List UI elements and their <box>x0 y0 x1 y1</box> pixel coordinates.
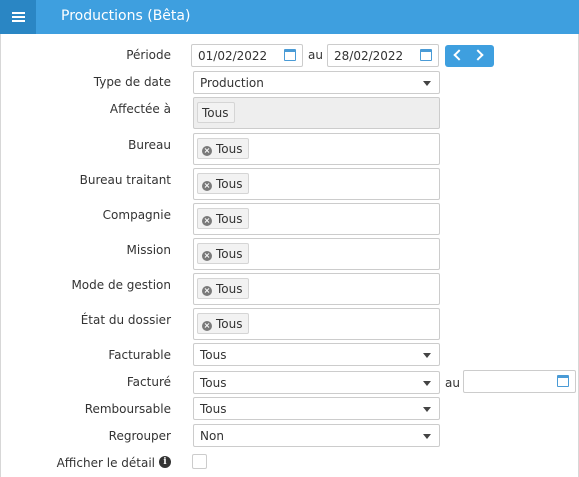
bureau-label: Bureau <box>128 138 171 152</box>
etat-dossier-multiselect[interactable]: × Tous <box>193 308 440 340</box>
mode-gestion-tag: × Tous <box>197 278 249 299</box>
mission-tag: × Tous <box>197 243 249 264</box>
affectee-multiselect: Tous <box>193 97 440 129</box>
type-date-select[interactable]: Production <box>193 71 440 94</box>
remove-tag-icon[interactable]: × <box>202 181 212 191</box>
bureau-traitant-tag: × Tous <box>197 173 249 194</box>
remboursable-select[interactable]: Tous <box>193 397 440 420</box>
app-header: Productions (Bêta) <box>0 0 579 34</box>
mission-tag-label: Tous <box>216 247 243 261</box>
hamburger-menu-icon[interactable] <box>0 0 36 34</box>
afficher-detail-label: Afficher le détail <box>56 456 155 470</box>
remboursable-value: Tous <box>200 402 227 416</box>
caret-down-icon <box>423 81 431 86</box>
remove-tag-icon[interactable]: × <box>202 286 212 296</box>
facture-value: Tous <box>200 376 227 390</box>
affectee-tag: Tous <box>197 102 235 123</box>
bureau-traitant-label: Bureau traitant <box>79 173 171 187</box>
type-date-value: Production <box>200 76 264 90</box>
compagnie-tag-label: Tous <box>216 212 243 226</box>
periode-label: Période <box>126 48 171 62</box>
mode-gestion-tag-label: Tous <box>216 282 243 296</box>
bureau-multiselect[interactable]: × Tous <box>193 133 440 165</box>
facturable-label: Facturable <box>108 348 171 362</box>
remboursable-label: Remboursable <box>84 402 171 416</box>
mission-multiselect[interactable]: × Tous <box>193 238 440 270</box>
info-icon[interactable]: i <box>159 456 171 468</box>
facture-date-input[interactable] <box>463 370 576 393</box>
remove-tag-icon[interactable]: × <box>202 216 212 226</box>
affectee-label: Affectée à <box>109 102 171 116</box>
facture-select[interactable]: Tous <box>193 371 440 394</box>
affectee-tag-label: Tous <box>202 106 229 120</box>
compagnie-tag: × Tous <box>197 208 249 229</box>
calendar-icon[interactable] <box>420 49 432 61</box>
caret-down-icon <box>423 434 431 439</box>
periode-to-value: 28/02/2022 <box>334 49 404 63</box>
calendar-icon[interactable] <box>557 375 569 387</box>
compagnie-label: Compagnie <box>102 208 171 222</box>
page-title: Productions (Bêta) <box>61 8 191 24</box>
facture-label: Facturé <box>126 375 171 389</box>
remove-tag-icon[interactable]: × <box>202 146 212 156</box>
bureau-traitant-multiselect[interactable]: × Tous <box>193 168 440 200</box>
facturable-select[interactable]: Tous <box>193 343 440 366</box>
facturable-value: Tous <box>200 348 227 362</box>
etat-dossier-tag: × Tous <box>197 313 249 334</box>
periode-to-input[interactable]: 28/02/2022 <box>327 44 439 67</box>
bureau-traitant-tag-label: Tous <box>216 177 243 191</box>
regrouper-label: Regrouper <box>108 429 171 443</box>
mode-gestion-multiselect[interactable]: × Tous <box>193 273 440 305</box>
bureau-tag: × Tous <box>197 138 249 159</box>
calendar-icon[interactable] <box>284 49 296 61</box>
regrouper-select[interactable]: Non <box>193 424 440 447</box>
caret-down-icon <box>423 353 431 358</box>
caret-down-icon <box>423 407 431 412</box>
chevron-right-icon[interactable] <box>472 49 484 61</box>
remove-tag-icon[interactable]: × <box>202 251 212 261</box>
chevron-left-icon[interactable] <box>453 49 465 61</box>
bureau-tag-label: Tous <box>216 142 243 156</box>
type-date-label: Type de date <box>93 75 171 89</box>
etat-dossier-tag-label: Tous <box>216 317 243 331</box>
compagnie-multiselect[interactable]: × Tous <box>193 203 440 235</box>
periode-from-value: 01/02/2022 <box>198 49 268 63</box>
regrouper-value: Non <box>200 429 224 443</box>
period-nav-buttons[interactable] <box>445 45 494 67</box>
caret-down-icon <box>423 381 431 386</box>
remove-tag-icon[interactable]: × <box>202 321 212 331</box>
afficher-detail-checkbox[interactable] <box>192 454 207 469</box>
mission-label: Mission <box>126 243 171 257</box>
mode-gestion-label: Mode de gestion <box>71 278 171 292</box>
periode-from-input[interactable]: 01/02/2022 <box>191 44 303 67</box>
etat-dossier-label: État du dossier <box>80 313 171 327</box>
periode-separator: au <box>308 48 323 62</box>
facture-separator: au <box>445 376 460 390</box>
